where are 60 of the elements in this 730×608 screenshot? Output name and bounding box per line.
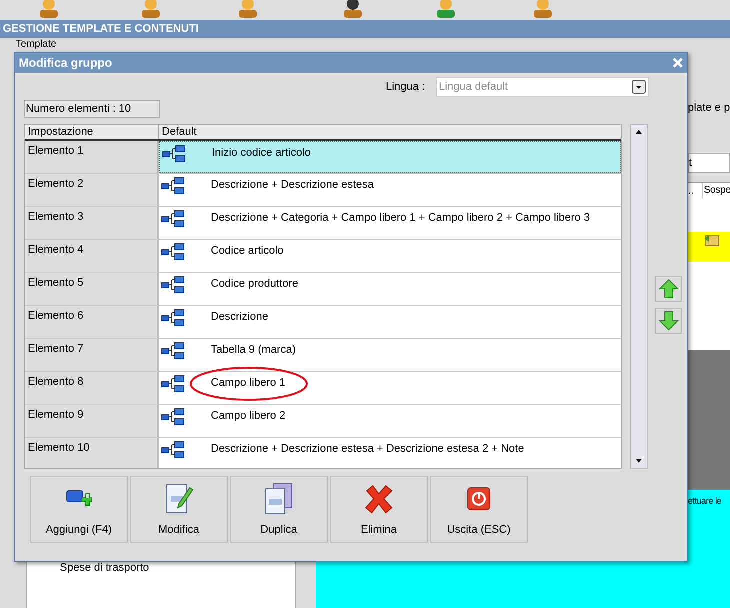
add-button[interactable]: Aggiungi (F4) [30, 476, 128, 543]
cell-text: Descrizione + Descrizione estesa [211, 178, 374, 193]
hierarchy-icon [161, 243, 185, 261]
arrow-down-icon [658, 311, 678, 331]
column-header[interactable]: Sospe [702, 183, 730, 199]
arrow-up-icon [658, 279, 678, 299]
column-header[interactable]: .. [688, 183, 701, 199]
cell-text: Codice produttore [211, 277, 298, 292]
row-header[interactable]: Elemento 6 [25, 306, 159, 338]
language-label: Lingua : [386, 80, 426, 95]
dialog-title: Modifica gruppo [19, 55, 112, 72]
cell-text: Descrizione + Descrizione estesa + Descrizione estesa 2 + Note [211, 442, 524, 457]
cell-text: Descrizione + Categoria + Campo libero 1 + Campo libero 2 + Campo libero 3 [211, 211, 590, 226]
window-title-bar: GESTIONE TEMPLATE E CONTENUTI [0, 20, 730, 38]
table-cell[interactable]: Inizio codice articolo [159, 141, 621, 173]
hierarchy-icon [161, 210, 185, 228]
edit-button[interactable]: Modifica [130, 476, 228, 543]
hierarchy-icon [161, 309, 185, 327]
hierarchy-icon [161, 342, 185, 360]
row-header[interactable]: Elemento 1 [25, 141, 159, 173]
move-down-button[interactable] [655, 308, 682, 334]
scrollbar[interactable] [630, 124, 648, 469]
column-header[interactable]: Default [159, 125, 621, 139]
row-header[interactable]: Elemento 3 [25, 207, 159, 239]
move-up-button[interactable] [655, 276, 682, 302]
row-header[interactable]: Elemento 8 [25, 372, 159, 404]
delete-icon [364, 484, 394, 514]
cell-text: Descrizione [211, 310, 268, 325]
cell-text: Campo libero 2 [211, 409, 286, 424]
row-header[interactable]: Elemento 7 [25, 339, 159, 371]
duplicate-button[interactable]: Duplica [230, 476, 328, 543]
row-header[interactable]: Elemento 5 [25, 273, 159, 305]
element-count: Numero elementi : 10 [24, 100, 160, 118]
exit-button[interactable]: Uscita (ESC) [430, 476, 528, 543]
hierarchy-icon [161, 276, 185, 294]
hierarchy-icon [161, 177, 185, 195]
row-header[interactable]: Elemento 2 [25, 174, 159, 206]
row-header[interactable]: Elemento 9 [25, 405, 159, 437]
power-icon [467, 487, 491, 512]
delete-button[interactable]: Elimina [330, 476, 428, 543]
message-text: ettuare le [688, 495, 722, 508]
hierarchy-icon [161, 441, 185, 459]
documents-icon [263, 482, 295, 516]
cell-text: Inizio codice articolo [212, 146, 312, 161]
folder-icon [704, 233, 720, 247]
filter-field[interactable]: t [688, 153, 730, 173]
cell-text: Tabella 9 (marca) [211, 343, 296, 358]
description-text: plate e p [688, 101, 730, 116]
cell-text: Codice articolo [211, 244, 284, 259]
hierarchy-icon [161, 375, 185, 393]
group-label: Template [16, 39, 57, 51]
close-icon[interactable] [673, 58, 683, 68]
column-header[interactable]: Impostazione [25, 125, 159, 139]
tree-item[interactable]: Spese di trasporto [60, 560, 150, 576]
cell-text: Campo libero 1 [211, 376, 286, 391]
hierarchy-icon [162, 145, 186, 163]
row-header[interactable]: Elemento 4 [25, 240, 159, 272]
row-header[interactable]: Elemento 10 [25, 438, 159, 468]
document-pencil-icon [164, 482, 194, 516]
hierarchy-icon [161, 408, 185, 426]
